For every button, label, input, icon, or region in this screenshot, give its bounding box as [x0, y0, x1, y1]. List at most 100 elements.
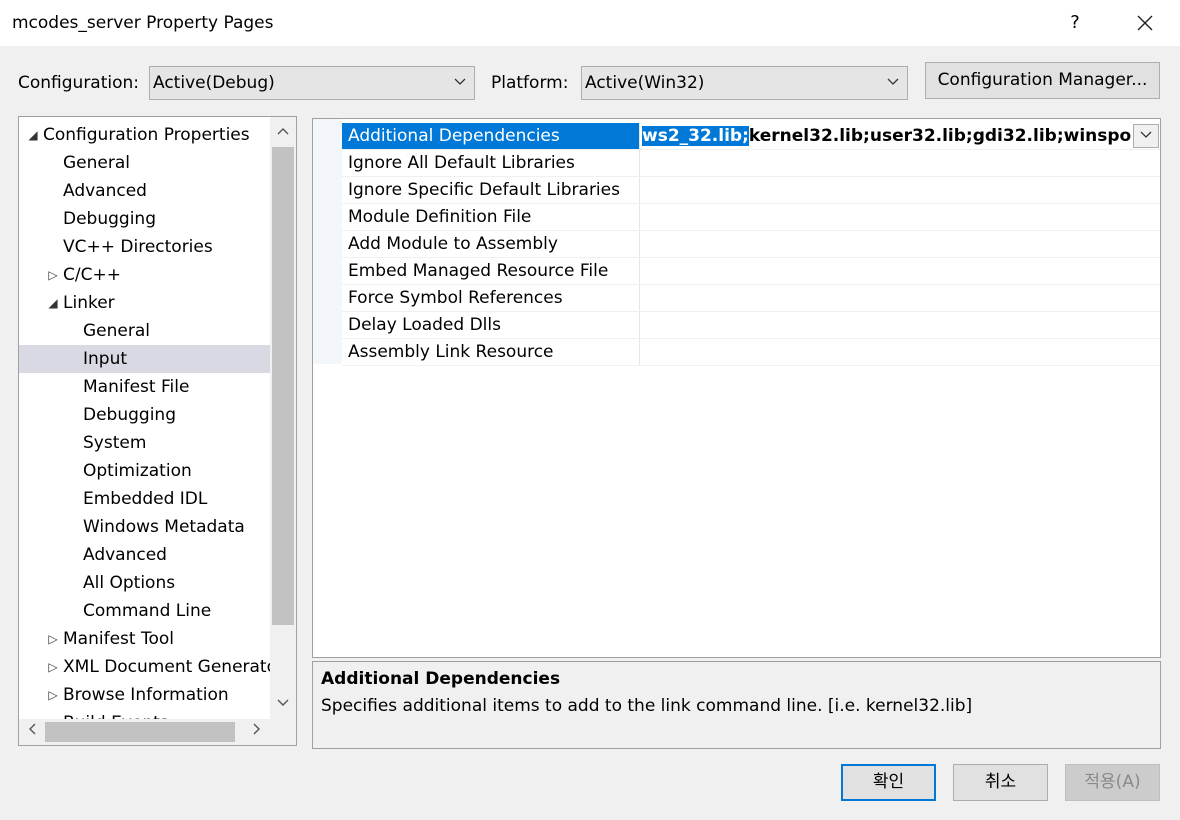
value-text: kernel32.lib;user32.lib;gdi32.lib;winspo… [748, 126, 1132, 146]
property-value[interactable] [642, 339, 1132, 365]
tree-item[interactable]: Optimization [19, 457, 270, 485]
property-name[interactable]: Force Symbol References [342, 285, 640, 311]
property-row[interactable]: Assembly Link Resource [342, 339, 1160, 366]
collapsed-arrow-icon[interactable]: ▷ [46, 261, 60, 289]
tree-item[interactable]: Embedded IDL [19, 485, 270, 513]
scrollbar-corner [270, 719, 296, 745]
property-row[interactable]: Force Symbol References [342, 285, 1160, 312]
property-name[interactable]: Module Definition File [342, 204, 640, 230]
tree-horizontal-scrollbar[interactable] [19, 719, 270, 745]
tree-item[interactable]: System [19, 429, 270, 457]
tree-item-label: Manifest Tool [63, 629, 174, 649]
description-panel: Additional Dependencies Specifies additi… [312, 661, 1161, 749]
chevron-down-icon[interactable] [270, 691, 296, 717]
tree-item[interactable]: ▷ Manifest Tool [19, 625, 270, 653]
tree-item[interactable]: ◢ Configuration Properties [19, 121, 270, 149]
scroll-thumb[interactable] [45, 722, 235, 742]
tree-item[interactable]: ▷ XML Document Generator [19, 653, 270, 681]
tree-item[interactable]: ▷ C/C++ [19, 261, 270, 289]
tree-item[interactable]: Command Line [19, 597, 270, 625]
property-value[interactable] [642, 231, 1132, 257]
property-value[interactable] [642, 204, 1132, 230]
tree-item-label: All Options [83, 573, 176, 593]
property-value[interactable]: ws2_32.lib;kernel32.lib;user32.lib;gdi32… [642, 123, 1132, 149]
configuration-value: Active(Debug) [153, 73, 275, 93]
close-button[interactable] [1128, 6, 1162, 40]
property-name[interactable]: Add Module to Assembly [342, 231, 640, 257]
configuration-manager-button[interactable]: Configuration Manager... [925, 62, 1160, 99]
tree-item[interactable]: VC++ Directories [19, 233, 270, 261]
help-button[interactable]: ? [1060, 6, 1090, 40]
property-row[interactable]: Embed Managed Resource File [342, 258, 1160, 285]
chevron-up-icon[interactable] [270, 119, 296, 145]
collapsed-arrow-icon[interactable]: ▷ [46, 653, 60, 681]
collapsed-arrow-icon[interactable]: ▷ [46, 625, 60, 653]
property-name[interactable]: Additional Dependencies [342, 123, 640, 149]
property-grid: Additional Dependencies ws2_32.lib;kernel… [312, 118, 1161, 658]
property-name[interactable]: Embed Managed Resource File [342, 258, 640, 284]
tree-item[interactable]: Advanced [19, 177, 270, 205]
description-title: Additional Dependencies [321, 669, 561, 689]
tree-item[interactable]: Advanced [19, 541, 270, 569]
property-name[interactable]: Assembly Link Resource [342, 339, 640, 365]
cancel-button[interactable]: 취소 [953, 764, 1048, 801]
tree-item[interactable]: All Options [19, 569, 270, 597]
tree-vertical-scrollbar[interactable] [270, 117, 296, 719]
expanded-arrow-icon[interactable]: ◢ [46, 289, 60, 317]
apply-button[interactable]: 적용(A) [1065, 764, 1160, 801]
ok-button[interactable]: 확인 [841, 764, 936, 801]
tree-item[interactable]: ◢ Linker [19, 289, 270, 317]
collapsed-arrow-icon[interactable]: ▷ [46, 681, 60, 709]
category-tree: ◢ Configuration Properties General Advanced… [18, 116, 297, 746]
grid-gutter [313, 119, 342, 364]
property-value[interactable] [642, 258, 1132, 284]
property-value[interactable] [642, 150, 1132, 176]
tree-item-label: C/C++ [63, 265, 121, 285]
description-text: Specifies additional items to add to the… [321, 696, 973, 716]
tree-item-label: VC++ Directories [63, 237, 213, 257]
tree-item-label: System [83, 433, 147, 453]
property-row[interactable]: Ignore Specific Default Libraries [342, 177, 1160, 204]
chevron-left-icon[interactable] [19, 719, 45, 745]
property-name[interactable]: Delay Loaded Dlls [342, 312, 640, 338]
tree-item-label: Advanced [83, 545, 167, 565]
property-row[interactable]: Add Module to Assembly [342, 231, 1160, 258]
property-name[interactable]: Ignore All Default Libraries [342, 150, 640, 176]
tree-item[interactable]: Manifest File [19, 373, 270, 401]
tree-item-label: Optimization [83, 461, 192, 481]
chevron-right-icon[interactable] [244, 719, 270, 745]
chevron-down-icon [887, 67, 899, 99]
tree-item[interactable]: Debugging [19, 401, 270, 429]
window-title: mcodes_server Property Pages [12, 13, 274, 33]
tree-item-label: Advanced [63, 181, 147, 201]
tree-item[interactable]: General [19, 149, 270, 177]
property-row[interactable]: Module Definition File [342, 204, 1160, 231]
property-row[interactable]: Ignore All Default Libraries [342, 150, 1160, 177]
tree-item[interactable]: Input [19, 345, 270, 373]
property-value[interactable] [642, 177, 1132, 203]
expanded-arrow-icon[interactable]: ◢ [26, 121, 40, 149]
tree-item-label: Browse Information [63, 685, 229, 705]
tree-item-label: Windows Metadata [83, 517, 245, 537]
tree-item[interactable]: Debugging [19, 205, 270, 233]
platform-select[interactable]: Active(Win32) [581, 66, 908, 100]
property-value[interactable] [642, 312, 1132, 338]
tree-item-label: XML Document Generator [63, 657, 270, 677]
property-row[interactable]: Additional Dependencies ws2_32.lib;kernel… [342, 123, 1160, 150]
scroll-thumb[interactable] [272, 147, 294, 625]
property-name[interactable]: Ignore Specific Default Libraries [342, 177, 640, 203]
tree-item-label: Debugging [63, 209, 156, 229]
tree-item-label: General [83, 321, 150, 341]
chevron-down-icon [1140, 131, 1152, 138]
tree-item[interactable]: General [19, 317, 270, 345]
property-row[interactable]: Delay Loaded Dlls [342, 312, 1160, 339]
property-value[interactable] [642, 285, 1132, 311]
value-selected-text: ws2_32.lib; [642, 126, 749, 146]
configuration-select[interactable]: Active(Debug) [149, 66, 475, 100]
tree-item[interactable]: ▷ Browse Information [19, 681, 270, 709]
tree-item-label: Input [83, 349, 128, 369]
chevron-down-icon [454, 67, 466, 99]
tree-item-label: Linker [63, 293, 115, 313]
value-dropdown-button[interactable] [1133, 124, 1159, 148]
tree-item[interactable]: Windows Metadata [19, 513, 270, 541]
